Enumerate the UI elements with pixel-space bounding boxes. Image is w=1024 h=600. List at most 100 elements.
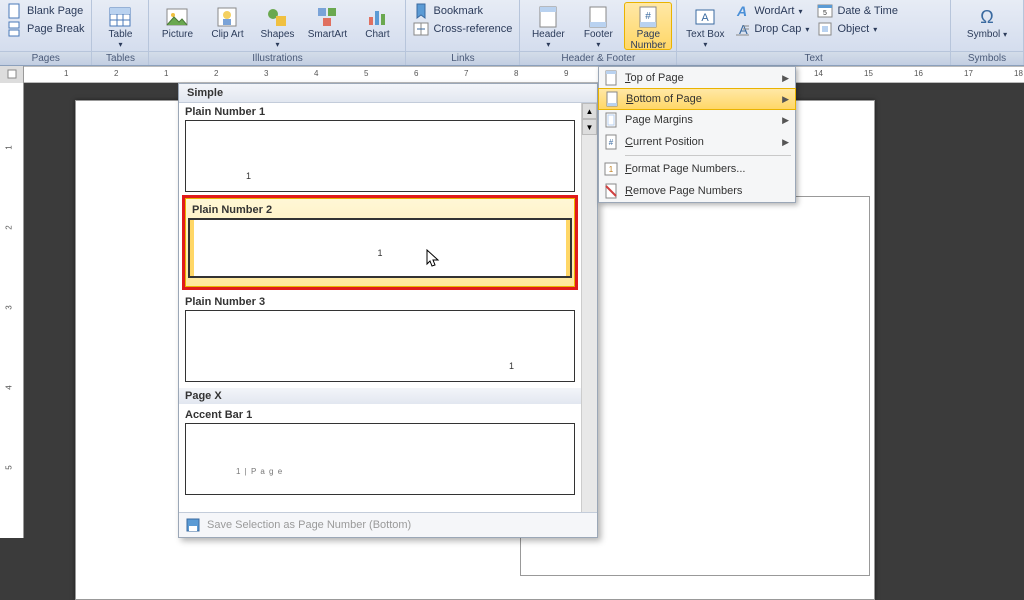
chart-icon [365,5,389,29]
dropcap-icon: A [734,21,750,37]
page-number-icon: # [636,5,660,29]
dropcap-button[interactable]: A Drop Cap ▾ [731,20,812,38]
shapes-button[interactable]: Shapes▾ [253,2,301,50]
page-number-button[interactable]: #Page Number▾ [624,2,672,50]
wordart-button[interactable]: AWordArt ▾ [731,2,812,20]
picture-button[interactable]: Picture [153,2,201,50]
header-icon [536,5,560,29]
menu-remove-label: Remove Page Numbers [625,185,742,197]
menu-current-label: Current Position [625,136,704,148]
svg-text:Ω: Ω [980,7,993,27]
crossref-icon [413,21,429,37]
svg-text:#: # [646,11,652,22]
group-headerfooter: Header▾ Footer▾ #Page Number▾ Header & F… [520,0,677,65]
current-position-icon: # [603,134,619,150]
group-text: AText Box▾ A WordArt ▾ A Drop Cap ▾ 5 Date … [677,0,951,65]
object-icon [817,21,833,37]
menu-page-margins[interactable]: Page Margins▶ [599,109,795,131]
format-page-numbers-icon: 1 [603,161,619,177]
smartart-button[interactable]: SmartArt [303,2,351,50]
crossref-label: Cross-reference [433,23,512,35]
gallery-highlight-box: Plain Number 2 1 [182,195,578,290]
menu-format-page-numbers[interactable]: 1 Format Page Numbers... [599,158,795,180]
datetime-button[interactable]: 5 Date & Time [814,2,901,20]
gallery-scrollbar[interactable]: ▲ ▼ [581,103,597,512]
gallery-item-plain-number-1[interactable]: 1 [185,120,575,192]
svg-text:1: 1 [609,165,614,174]
chevron-down-icon: ▾ [1003,30,1007,39]
menu-bottom-label: Bottom of Page [626,93,702,105]
group-tables: Table▾ Tables [92,0,149,65]
menu-remove-page-numbers[interactable]: Remove Page Numbers [599,180,795,202]
page-number-label: Page Number [625,30,671,51]
chevron-down-icon: ▾ [596,41,600,49]
gallery-item-plain-number-3[interactable]: 1 [185,310,575,382]
bookmark-label: Bookmark [433,5,483,17]
menu-top-of-page[interactable]: Top of Page ▶ [599,67,795,89]
footer-button[interactable]: Footer▾ [574,2,622,50]
object-label: Object [837,23,869,35]
remove-page-numbers-icon [603,183,619,199]
shapes-icon [265,5,289,29]
page-number-gallery: Simple Plain Number 1 1 Plain Number 2 1… [178,83,598,538]
gallery-item-label: Plain Number 2 [188,201,572,218]
page-number-sample: 1 [377,248,382,258]
svg-text:A: A [736,3,747,19]
blank-page-button[interactable]: Blank Page [4,2,87,20]
chevron-down-icon: ▾ [703,41,707,49]
gallery-item-accent-bar-1[interactable]: 1 | P a g e [185,423,575,495]
crossref-button[interactable]: Cross-reference [410,20,515,38]
save-selection-icon [185,517,201,533]
dropcap-label: Drop Cap [754,23,801,35]
ruler-corner[interactable] [0,66,24,83]
gallery-header-pagex: Page X [179,388,581,404]
submenu-arrow-icon: ▶ [782,73,789,84]
page-break-label: Page Break [27,23,84,35]
menu-top-label: Top of Page [625,72,684,84]
symbols-group-label: Symbols [951,51,1023,65]
svg-text:5: 5 [823,10,827,17]
gallery-item-label: Plain Number 3 [185,293,575,310]
svg-text:A: A [702,12,710,24]
clipart-icon [215,5,239,29]
group-pages: Blank Page Page Break Pages [0,0,92,65]
object-button[interactable]: Object ▾ [814,20,901,38]
picture-label: Picture [162,30,193,41]
menu-current-position[interactable]: #Current Position▶ [599,131,795,153]
chart-label: Chart [365,30,389,41]
scroll-down-icon[interactable]: ▼ [582,119,597,135]
chevron-down-icon: ▾ [275,41,279,49]
top-of-page-icon [603,70,619,86]
page-number-sample: 1 [246,171,251,181]
page-break-icon [7,21,23,37]
chart-button[interactable]: Chart [353,2,401,50]
menu-margins-label: Page Margins [625,114,693,126]
wordart-label: WordArt [754,5,794,17]
links-group-label: Links [406,51,519,65]
table-button[interactable]: Table▾ [96,2,144,50]
gallery-save-label: Save Selection as Page Number (Bottom) [207,519,411,531]
chevron-down-icon: ▾ [873,25,877,34]
header-button[interactable]: Header▾ [524,2,572,50]
gallery-item-plain-number-2[interactable]: Plain Number 2 1 [185,198,575,287]
header-label: Header [532,30,565,41]
bookmark-button[interactable]: Bookmark [410,2,515,20]
chevron-down-icon: ▾ [805,25,809,34]
scroll-up-icon[interactable]: ▲ [582,103,597,119]
datetime-label: Date & Time [837,5,898,17]
clipart-button[interactable]: Clip Art [203,2,251,50]
page-break-button[interactable]: Page Break [4,20,87,38]
blank-page-label: Blank Page [27,5,83,17]
menu-bottom-of-page[interactable]: Bottom of Page ▶ [598,88,796,110]
page-margins-icon [603,112,619,128]
symbol-button[interactable]: Ω Symbol ▾ [955,2,1019,50]
shapes-label: Shapes [261,30,295,41]
submenu-arrow-icon: ▶ [782,94,789,105]
textbox-button[interactable]: AText Box▾ [681,2,729,50]
text-group-label: Text [677,51,950,65]
symbol-label: Symbol [967,29,1000,40]
menu-format-label: Format Page Numbers... [625,163,745,175]
datetime-icon: 5 [817,3,833,19]
ribbon: Blank Page Page Break Pages Table▾ Table… [0,0,1024,66]
svg-text:#: # [609,138,614,147]
